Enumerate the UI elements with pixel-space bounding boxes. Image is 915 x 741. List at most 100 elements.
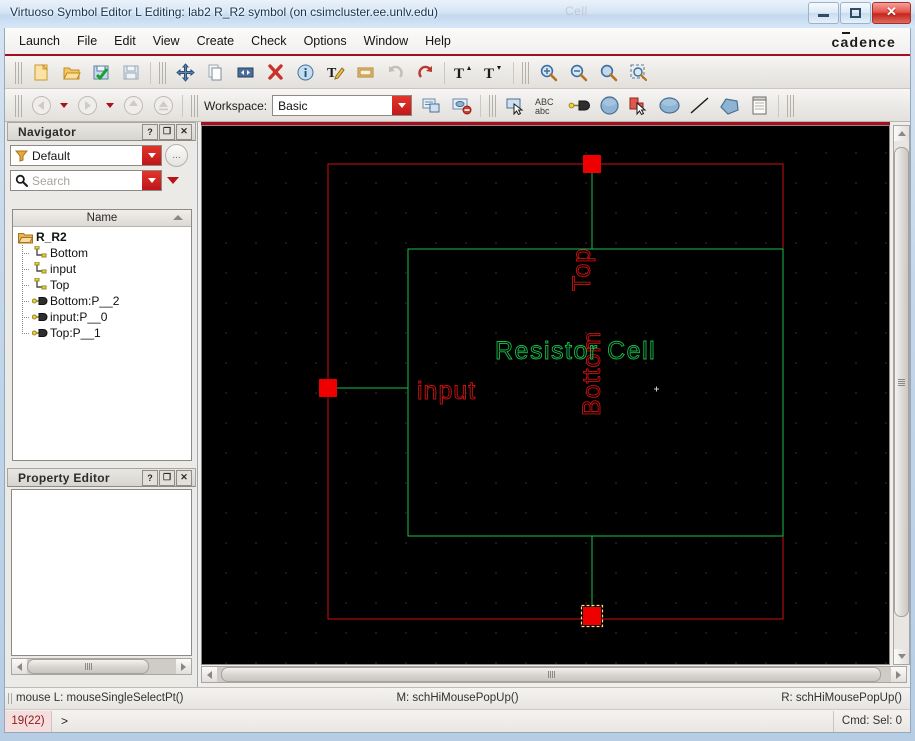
zoom-fit-icon[interactable] [594, 60, 622, 86]
text-down-icon[interactable]: T [480, 60, 508, 86]
property-editor-help-button[interactable]: ? [142, 469, 158, 486]
toolbar-grip[interactable] [15, 61, 22, 84]
redo-icon[interactable] [411, 60, 439, 86]
top-level-icon[interactable] [149, 93, 177, 119]
note-icon[interactable] [745, 93, 773, 119]
toolbar2-grip-2[interactable] [191, 94, 198, 117]
property-editor-close-button[interactable]: ✕ [176, 469, 192, 486]
save-check-icon[interactable] [87, 60, 115, 86]
label-top[interactable]: Top [568, 247, 597, 291]
property-editor-scroll-track[interactable] [27, 659, 176, 674]
pin-icon[interactable] [565, 93, 593, 119]
navigator-float-button[interactable]: ❐ [159, 123, 175, 140]
symbol-canvas[interactable]: Top input Bottom Resistor Cell [201, 125, 890, 665]
toolbar2-grip[interactable] [15, 94, 22, 117]
tree-item-input-p-0[interactable]: input:P__0 [17, 309, 191, 325]
delete-workspace-icon[interactable] [447, 93, 475, 119]
tree-item-top[interactable]: Top [17, 277, 191, 293]
canvas-scroll-right-button[interactable] [891, 667, 906, 682]
workspace-combobox[interactable]: Basic [272, 95, 413, 116]
close-button[interactable]: ✕ [872, 2, 911, 24]
label-icon[interactable] [351, 60, 379, 86]
navigator-close-button[interactable]: ✕ [176, 123, 192, 140]
toolbar-grip-2[interactable] [159, 61, 166, 84]
tree-item-bottom[interactable]: Bottom [17, 245, 191, 261]
tree-item-top-p-1[interactable]: Top:P__1 [17, 325, 191, 341]
navigator-options-button[interactable]: ... [165, 144, 188, 167]
move-icon[interactable] [171, 60, 199, 86]
toolbar2-grip-3[interactable] [489, 94, 497, 117]
menu-launch[interactable]: Launch [19, 34, 60, 48]
tree-item-input[interactable]: input [17, 261, 191, 277]
undo-icon[interactable] [381, 60, 409, 86]
menu-view[interactable]: View [153, 34, 180, 48]
command-input[interactable]: > [52, 714, 833, 728]
zoom-in-icon[interactable] [534, 60, 562, 86]
toolbar2-grip-4[interactable] [787, 94, 795, 117]
new-file-icon[interactable] [27, 60, 55, 86]
zoom-area-icon[interactable] [624, 60, 652, 86]
property-editor-scroll-thumb[interactable] [27, 659, 149, 674]
menu-file[interactable]: File [77, 34, 97, 48]
forward-icon[interactable] [73, 93, 101, 119]
sort-ascending-icon[interactable] [173, 215, 183, 220]
edit-text-icon[interactable]: T [321, 60, 349, 86]
navigator-filter-dropdown-icon[interactable] [142, 146, 161, 165]
copy-icon[interactable] [201, 60, 229, 86]
instance-icon[interactable] [625, 93, 653, 119]
menu-window[interactable]: Window [364, 34, 408, 48]
canvas-scroll-down-button[interactable] [894, 649, 909, 664]
canvas-vscroll-track[interactable] [894, 141, 909, 649]
pin-square-top[interactable] [583, 155, 601, 173]
canvas-horizontal-scrollbar[interactable] [201, 666, 907, 683]
canvas-scroll-left-button[interactable] [202, 667, 217, 682]
canvas-vscroll-thumb[interactable] [894, 147, 909, 617]
text-up-icon[interactable]: T [450, 60, 478, 86]
canvas-hscroll-track[interactable] [217, 667, 891, 682]
polygon-shape-icon[interactable] [715, 93, 743, 119]
canvas-vertical-scrollbar[interactable] [893, 125, 910, 665]
toolbar-grip-3[interactable] [522, 61, 529, 84]
canvas-hscroll-thumb[interactable] [221, 667, 881, 682]
text-abc-icon[interactable]: ABC abc [531, 93, 563, 119]
navigator-search-input[interactable]: Search [10, 170, 162, 191]
back-icon[interactable] [27, 93, 55, 119]
menu-create[interactable]: Create [197, 34, 235, 48]
back-dropdown-icon[interactable] [57, 93, 71, 119]
tree-item-bottom-p-2[interactable]: Bottom:P__2 [17, 293, 191, 309]
navigator-tree-header[interactable]: Name [13, 210, 191, 227]
navigator-tree[interactable]: Name R_R2 Bottom input Top Bottom:P__2 input:… [12, 209, 192, 461]
workspace-dropdown-icon[interactable] [392, 96, 412, 115]
line-shape-icon[interactable] [685, 93, 713, 119]
forward-dropdown-icon[interactable] [103, 93, 117, 119]
menu-edit[interactable]: Edit [114, 34, 136, 48]
scroll-right-button[interactable] [176, 659, 191, 674]
label-cell-name[interactable]: Resistor Cell [495, 337, 656, 366]
delete-icon[interactable] [261, 60, 289, 86]
navigator-filter-combobox[interactable]: Default [10, 145, 162, 166]
menu-options[interactable]: Options [304, 34, 347, 48]
label-input[interactable]: input [417, 377, 476, 406]
menu-check[interactable]: Check [251, 34, 286, 48]
symbol-drawing[interactable]: Top input Bottom Resistor Cell [202, 126, 889, 664]
property-editor-float-button[interactable]: ❐ [159, 469, 175, 486]
zoom-out-icon[interactable] [564, 60, 592, 86]
navigator-search-options-icon[interactable] [166, 177, 180, 184]
select-arrow-icon[interactable] [501, 93, 529, 119]
navigator-search-dropdown-icon[interactable] [142, 171, 161, 190]
canvas-scroll-up-button[interactable] [894, 126, 909, 141]
navigator-help-button[interactable]: ? [142, 123, 158, 140]
minimize-button[interactable] [808, 2, 839, 24]
stretch-icon[interactable] [231, 60, 259, 86]
pin-square-input[interactable] [319, 379, 337, 397]
properties-info-icon[interactable] [291, 60, 319, 86]
maximize-button[interactable] [840, 2, 871, 24]
save-disk-icon[interactable] [117, 60, 145, 86]
menu-help[interactable]: Help [425, 34, 451, 48]
scroll-left-button[interactable] [12, 659, 27, 674]
property-editor-hscrollbar[interactable] [11, 658, 192, 675]
ellipse-shape-icon[interactable] [655, 93, 683, 119]
up-level-icon[interactable] [119, 93, 147, 119]
circle-shape-icon[interactable] [595, 93, 623, 119]
tree-item-r-r2[interactable]: R_R2 [17, 229, 191, 245]
